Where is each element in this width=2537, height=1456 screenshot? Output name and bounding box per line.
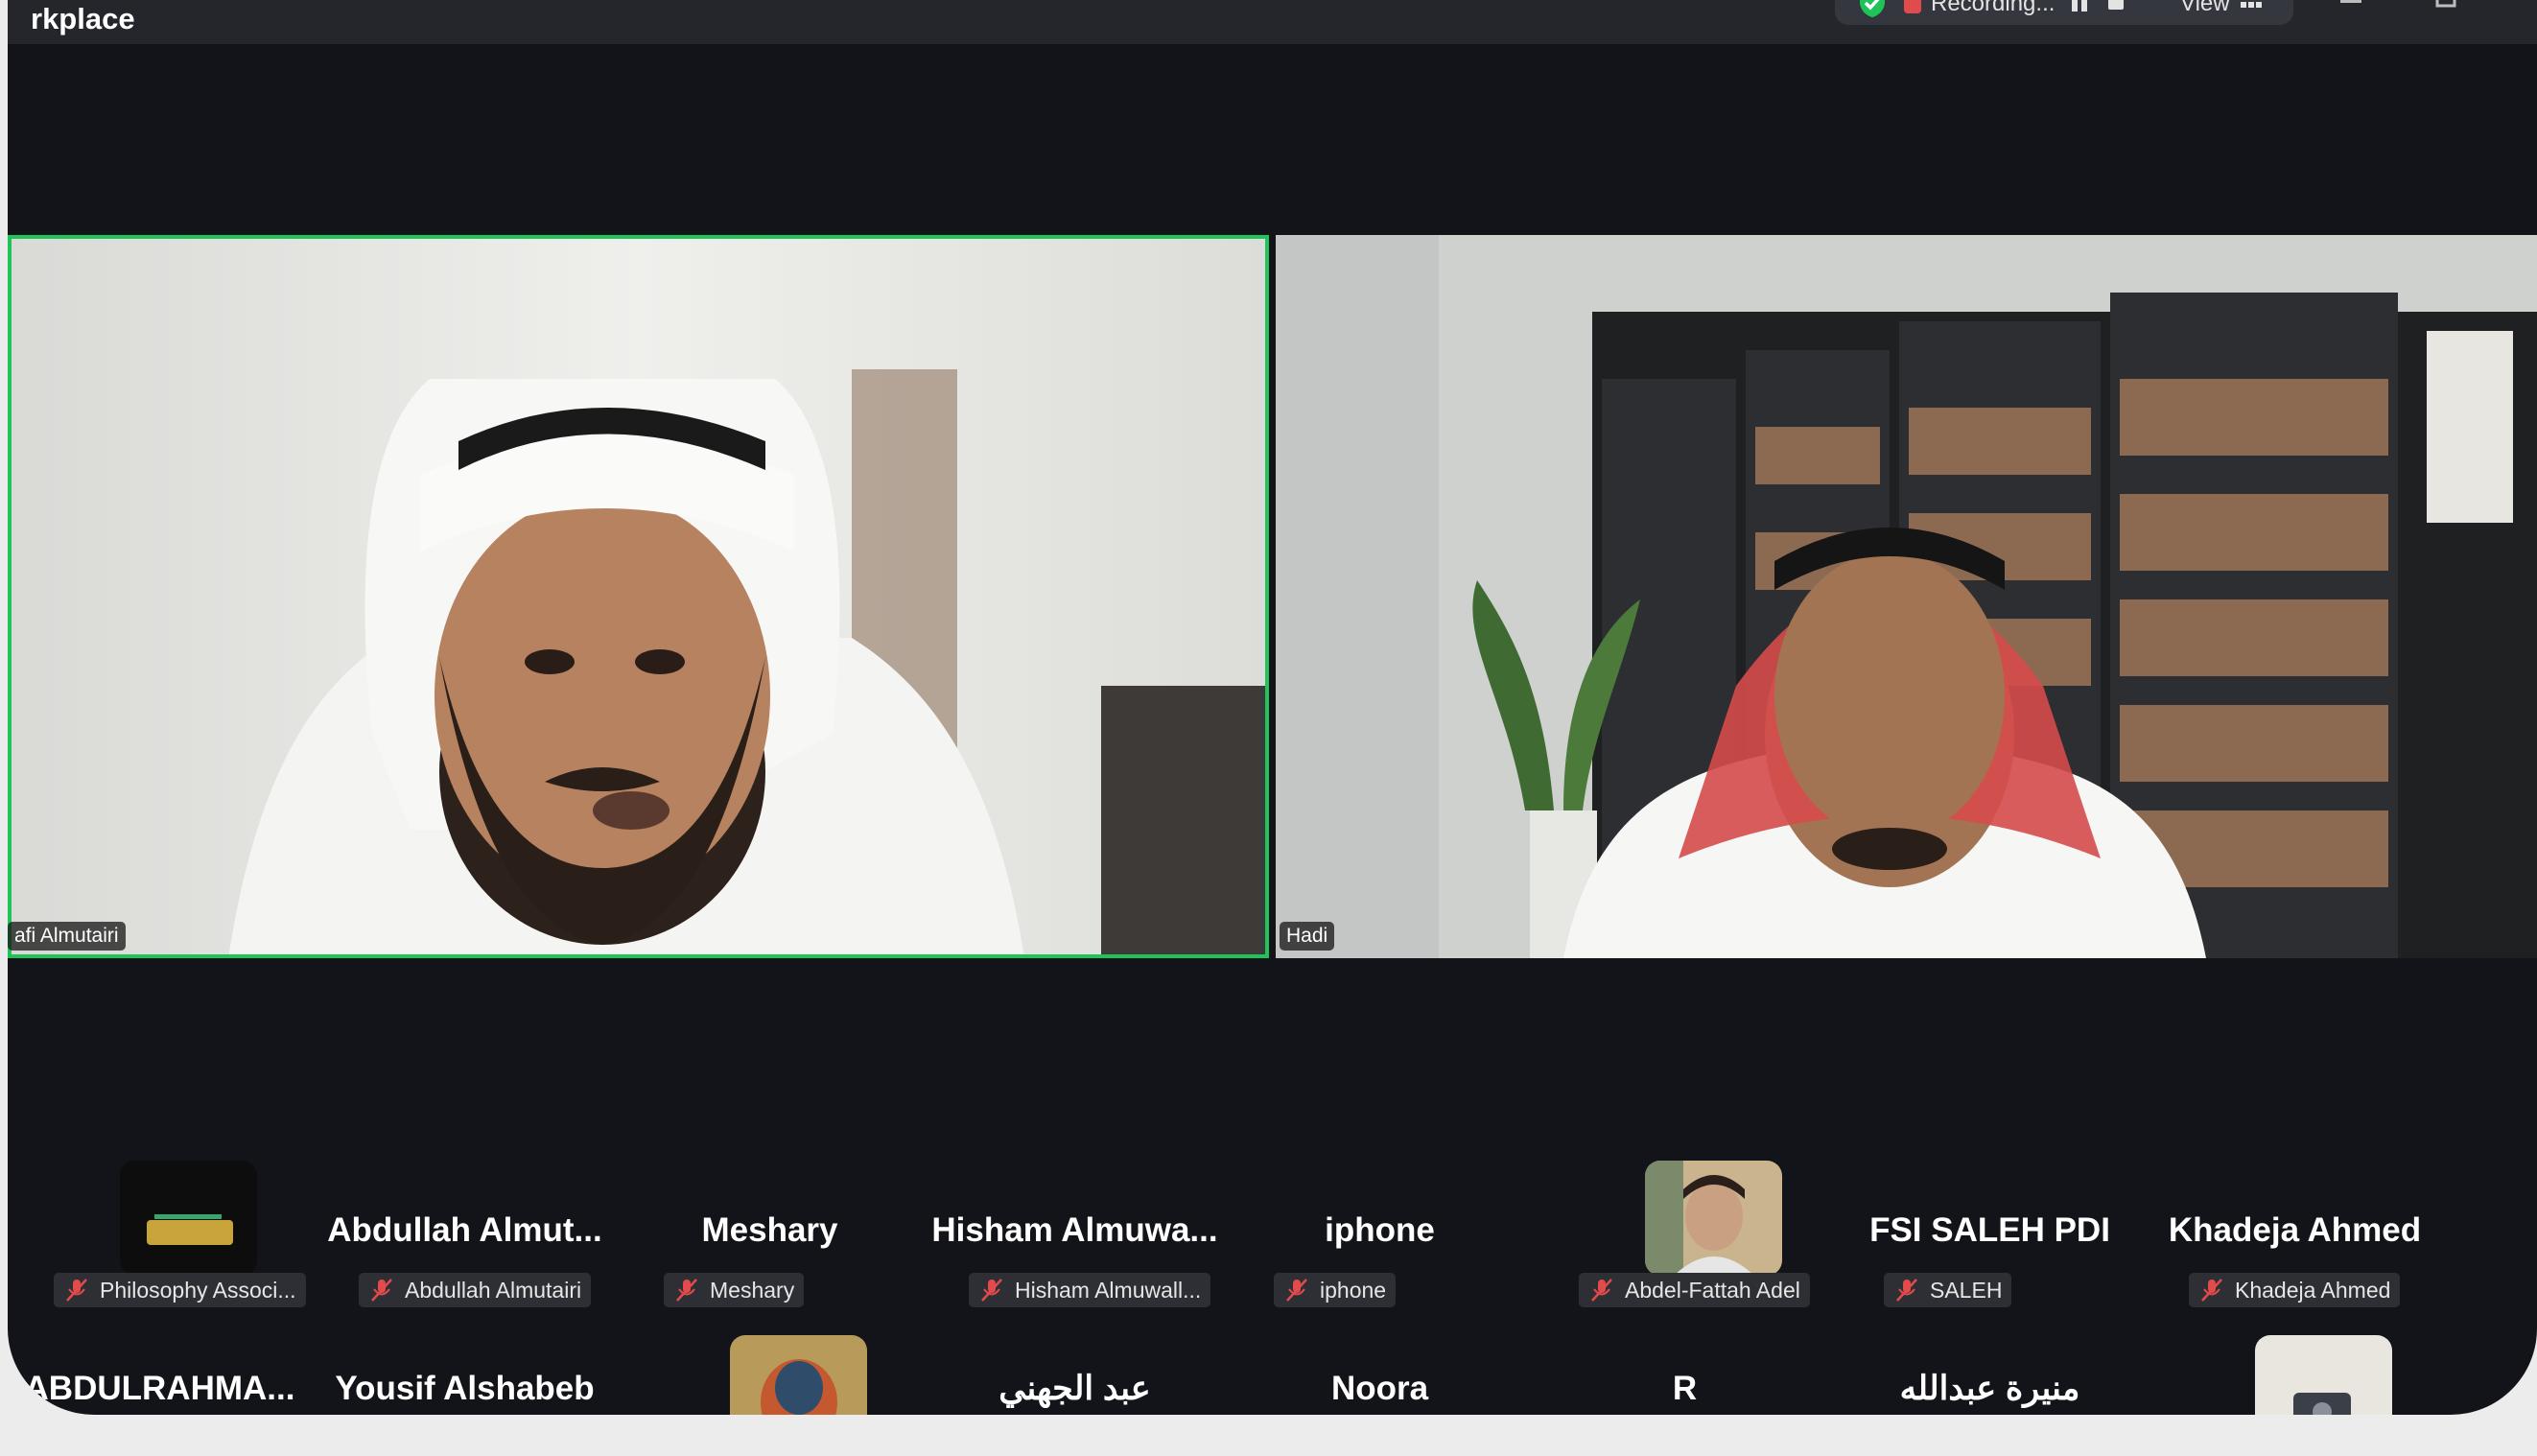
participant-tag-label: Hisham Almuwall... bbox=[1015, 1278, 1202, 1303]
profile-photo bbox=[1645, 1161, 1782, 1276]
participant-tile[interactable]: Meshary Meshary bbox=[618, 1161, 922, 1328]
grid-view-icon[interactable] bbox=[2241, 0, 2262, 15]
muted-mic-icon bbox=[371, 1279, 392, 1302]
shield-check-icon[interactable] bbox=[1856, 0, 1889, 19]
muted-mic-icon bbox=[1896, 1279, 1917, 1302]
maximize-icon[interactable] bbox=[2432, 0, 2461, 13]
participant-display-name: Meshary bbox=[701, 1211, 838, 1249]
participant-tag-label: Khadeja Ahmed bbox=[2235, 1278, 2391, 1303]
video-tile-participant[interactable]: Hadi bbox=[1276, 235, 2537, 958]
participant-display-name: Khadeja Ahmed bbox=[2168, 1211, 2422, 1249]
pause-recording-button[interactable] bbox=[2070, 0, 2089, 12]
participant-tile[interactable]: Hisham Almuwa... Hisham Almuwall... bbox=[923, 1161, 1227, 1328]
participant-tile[interactable]: Philosophy Associ... bbox=[8, 1161, 312, 1328]
avatar bbox=[120, 1161, 257, 1276]
participant-name-tag: Meshary bbox=[664, 1273, 805, 1307]
participant-tile[interactable]: عبد الجهني bbox=[923, 1335, 1227, 1415]
muted-mic-icon bbox=[1591, 1279, 1612, 1302]
participant-display-name: منيرة عبدالله bbox=[1899, 1370, 2080, 1407]
muted-mic-icon bbox=[981, 1279, 1002, 1302]
video-name-tag: Hadi bbox=[1280, 922, 1335, 951]
participant-display-name: Hisham Almuwa... bbox=[931, 1211, 1218, 1249]
painting-avatar bbox=[730, 1335, 867, 1415]
participant-tile[interactable] bbox=[618, 1335, 922, 1415]
participant-name-tag: iphone bbox=[1274, 1273, 1397, 1307]
recording-dot-icon bbox=[1904, 0, 1921, 13]
participant-tile[interactable]: Khadeja Ahmed Khadeja Ahmed bbox=[2143, 1161, 2447, 1328]
participant-name-tag: Abdel-Fattah Adel bbox=[1579, 1273, 1810, 1307]
video-tile-speaker[interactable]: afi Almutairi bbox=[8, 235, 1269, 958]
avatar bbox=[1645, 1161, 1782, 1276]
avatar bbox=[2255, 1335, 2392, 1415]
participant-tile[interactable]: Abdel-Fattah Adel bbox=[1533, 1161, 1837, 1328]
participant-tile[interactable]: iphone iphone bbox=[1228, 1161, 1532, 1328]
participant-tile[interactable]: FSI SALEH PDI SALEH bbox=[1838, 1161, 2142, 1328]
participant-tile[interactable]: منيرة عبدالله bbox=[1838, 1335, 2142, 1415]
participant-display-name: ABDULRAHMA... bbox=[24, 1370, 295, 1407]
avatar bbox=[730, 1335, 867, 1415]
participant-tag-label: Abdullah Almutairi bbox=[405, 1278, 582, 1303]
participant-display-name: R bbox=[1672, 1370, 1698, 1407]
participant-name-tag: SALEH bbox=[1884, 1273, 2012, 1307]
meeting-window: rkplace Recording... View afi Almutairi … bbox=[8, 0, 2537, 1415]
participant-tag-label: Abdel-Fattah Adel bbox=[1625, 1278, 1800, 1303]
muted-mic-icon bbox=[676, 1279, 697, 1302]
video-name-tag: afi Almutairi bbox=[8, 922, 126, 951]
muted-mic-icon bbox=[1286, 1279, 1307, 1302]
participant-name-tag: Hisham Almuwall... bbox=[969, 1273, 1211, 1307]
stop-recording-button[interactable] bbox=[2108, 0, 2124, 10]
participant-display-name: Abdullah Almut... bbox=[327, 1211, 602, 1249]
participant-name-tag: Abdullah Almutairi bbox=[359, 1273, 592, 1307]
participant-tag-label: iphone bbox=[1320, 1278, 1387, 1303]
meeting-status-pill: Recording... View bbox=[1835, 0, 2293, 25]
participant-display-name: Noora bbox=[1330, 1370, 1429, 1407]
participant-tag-label: SALEH bbox=[1930, 1278, 2003, 1303]
device-avatar bbox=[2255, 1335, 2392, 1415]
participant-tile[interactable]: R bbox=[1533, 1335, 1837, 1415]
participant-display-name: FSI SALEH PDI bbox=[1869, 1211, 2110, 1249]
participant-tile[interactable] bbox=[2143, 1335, 2447, 1415]
participant-display-name: عبد الجهني bbox=[998, 1370, 1151, 1407]
philosophy-logo-icon bbox=[120, 1161, 257, 1276]
participant-tile[interactable]: Noora bbox=[1228, 1335, 1532, 1415]
participant-name-tag: Philosophy Associ... bbox=[54, 1273, 306, 1307]
participant-tag-label: Philosophy Associ... bbox=[100, 1278, 296, 1303]
participant-tile[interactable]: Yousif Alshabeb bbox=[313, 1335, 617, 1415]
participant-video bbox=[1276, 235, 2537, 958]
participant-video bbox=[8, 235, 1269, 958]
muted-mic-icon bbox=[66, 1279, 87, 1302]
title-bar: rkplace Recording... View bbox=[8, 0, 2537, 44]
participant-tag-label: Meshary bbox=[710, 1278, 795, 1303]
muted-mic-icon bbox=[2201, 1279, 2222, 1302]
app-title: rkplace bbox=[31, 2, 135, 35]
participant-tile[interactable]: ABDULRAHMA... bbox=[8, 1335, 312, 1415]
participant-display-name: iphone bbox=[1325, 1211, 1435, 1249]
participant-name-tag: Khadeja Ahmed bbox=[2189, 1273, 2401, 1307]
recording-label: Recording... bbox=[1931, 0, 2055, 16]
participant-tile[interactable]: Abdullah Almut... Abdullah Almutairi bbox=[313, 1161, 617, 1328]
minimize-icon[interactable] bbox=[2337, 0, 2365, 13]
view-button[interactable]: View bbox=[2180, 0, 2230, 17]
participant-display-name: Yousif Alshabeb bbox=[335, 1370, 595, 1407]
